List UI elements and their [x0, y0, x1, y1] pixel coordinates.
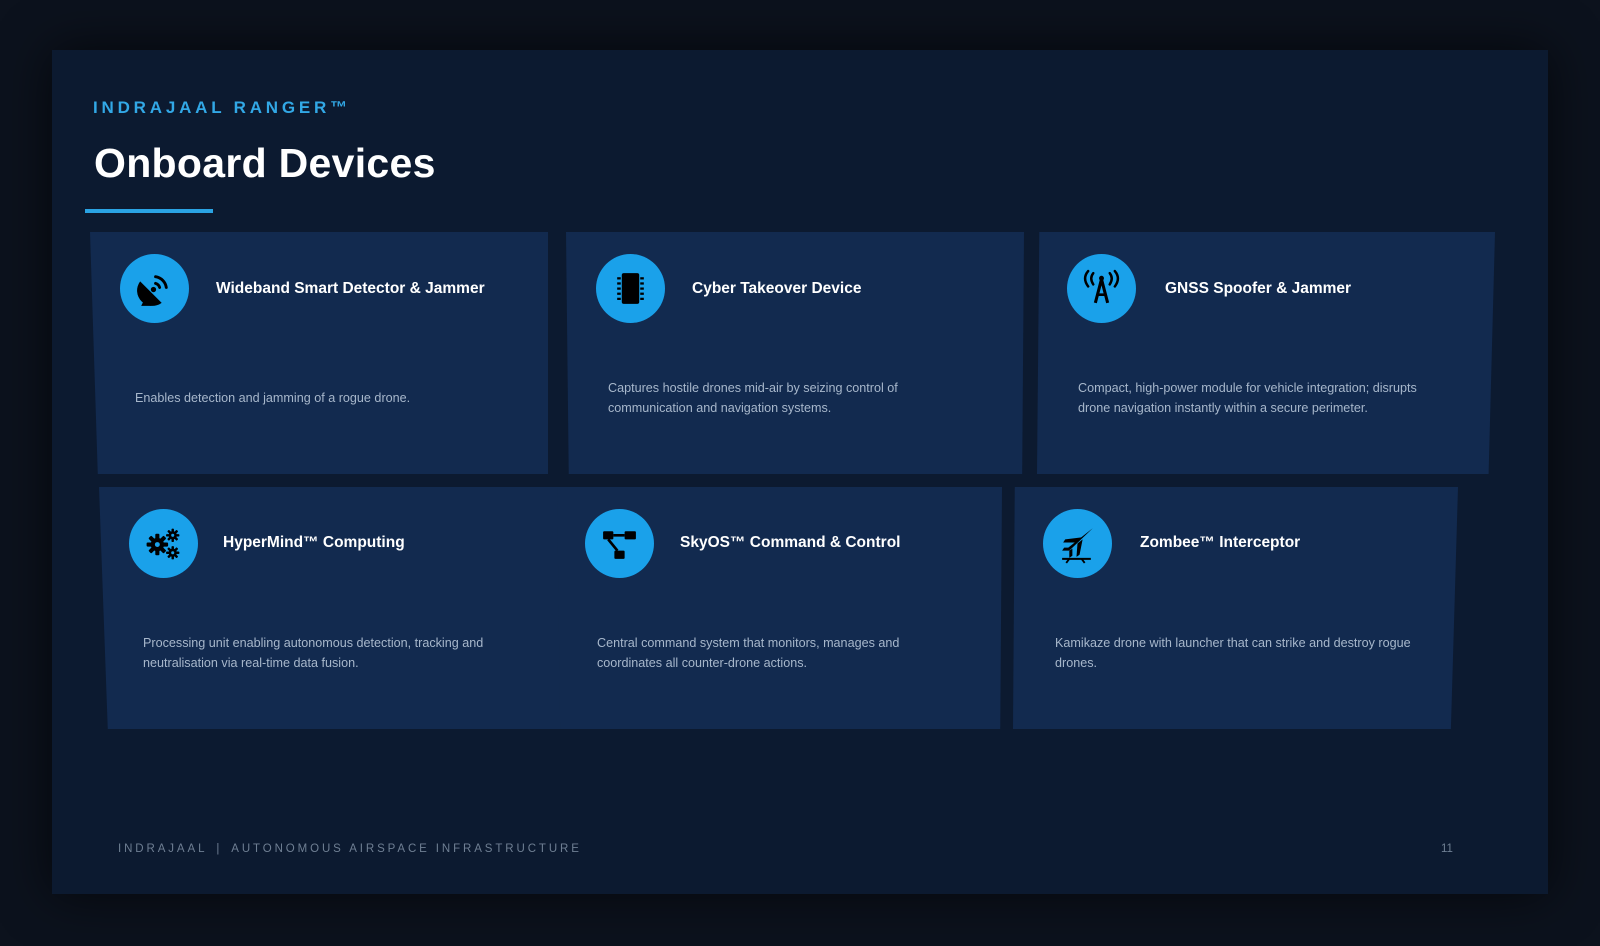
device-card-detector-jammer: Wideband Smart Detector & Jammer Enables… [90, 232, 548, 474]
title-underline [85, 209, 213, 213]
slide: INDRAJAAL RANGER™ Onboard Devices Wideba… [52, 50, 1548, 894]
device-icon-badge [585, 509, 654, 578]
device-card-title: SkyOS™ Command & Control [680, 534, 901, 551]
device-card-description: Compact, high-power module for vehicle i… [1078, 381, 1417, 415]
footer-tagline: AUTONOMOUS AIRSPACE INFRASTRUCTURE [231, 843, 582, 855]
footer-brand: INDRAJAAL [118, 843, 208, 855]
device-card-cyber-takeover: Cyber Takeover Device Captures hostile d… [566, 232, 1024, 474]
device-card-description: Enables detection and jamming of a rogue… [135, 391, 411, 405]
brand-eyebrow: INDRAJAAL RANGER™ [93, 98, 351, 117]
device-card-title: Wideband Smart Detector & Jammer [216, 280, 485, 297]
device-card-title: Cyber Takeover Device [692, 280, 862, 297]
page-title: Onboard Devices [94, 140, 436, 186]
device-card-gnss-spoofer: GNSS Spoofer & Jammer Compact, high-powe… [1037, 232, 1495, 474]
device-icon-badge [596, 254, 665, 323]
device-card-hypermind: HyperMind™ Computing Processing unit ena… [99, 487, 561, 729]
broadcast-tower-icon [1083, 269, 1120, 304]
network-diagram-icon [603, 531, 636, 559]
footer-separator: | [216, 843, 223, 855]
footer-text: INDRAJAAL | AUTONOMOUS AIRSPACE INFRASTRUC… [118, 843, 582, 855]
device-icon-badge [129, 509, 198, 578]
device-card-description: Central command system that monitors, ma… [597, 636, 900, 670]
page-number: 11 [1441, 843, 1453, 855]
device-card-skyos: SkyOS™ Command & Control Central command… [557, 487, 1002, 729]
device-card-title: HyperMind™ Computing [223, 534, 405, 551]
device-card-zombee: Zombee™ Interceptor Kamikaze drone with … [1013, 487, 1458, 729]
microchip-icon [617, 273, 644, 304]
device-card-title: Zombee™ Interceptor [1140, 534, 1301, 551]
device-icon-badge [120, 254, 189, 323]
device-card-title: GNSS Spoofer & Jammer [1165, 280, 1352, 297]
gears-icon [146, 528, 180, 560]
device-icon-badge [1043, 509, 1112, 578]
device-card-description: Kamikaze drone with launcher that can st… [1055, 636, 1411, 670]
device-icon-badge [1067, 254, 1136, 323]
jet-interceptor-icon [1062, 528, 1093, 564]
satellite-dish-icon [137, 275, 168, 306]
device-card-description: Captures hostile drones mid-air by seizi… [608, 381, 898, 415]
device-card-description: Processing unit enabling autonomous dete… [143, 636, 484, 670]
